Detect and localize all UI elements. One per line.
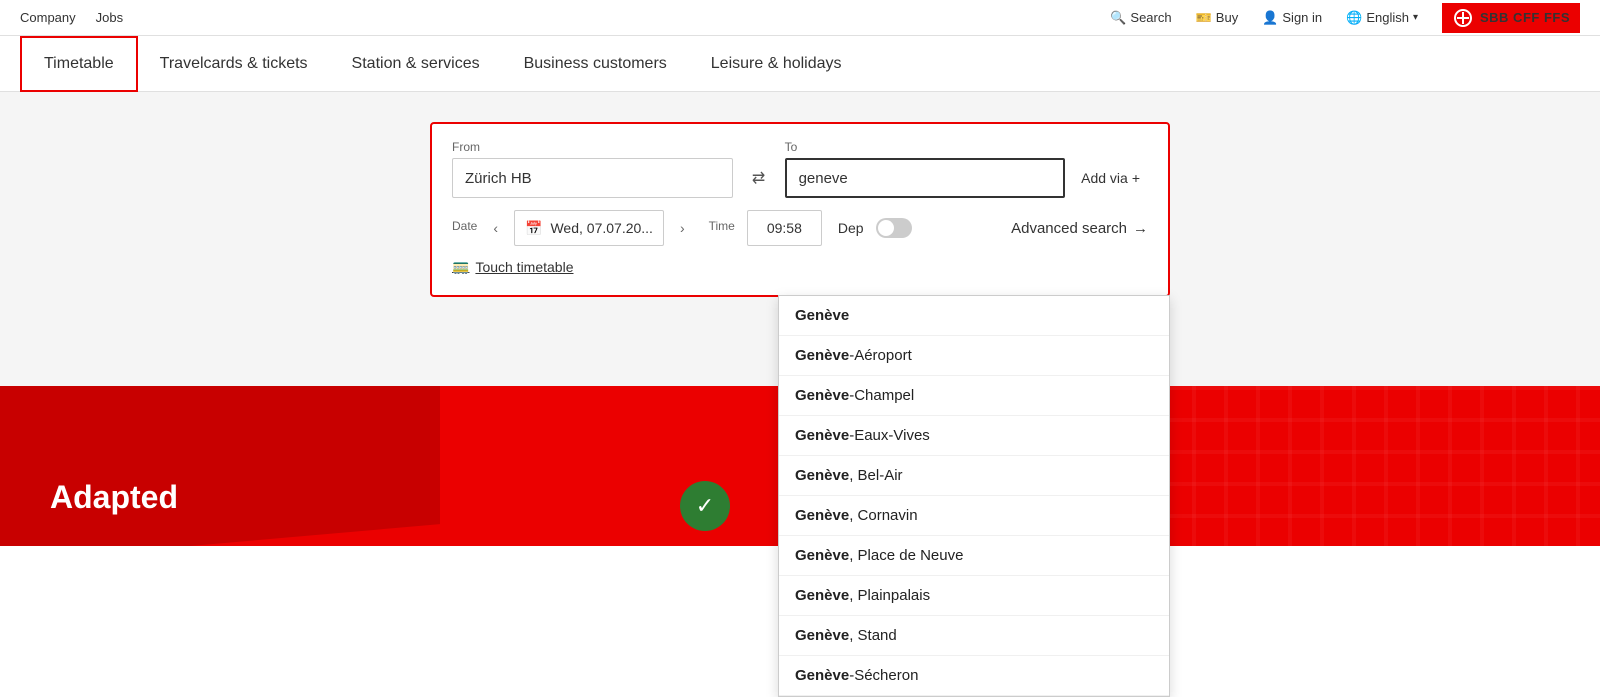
search-row-2: Date ‹ 📅 Wed, 07.07.20... › Time Dep Adv… [452,210,1148,246]
dropdown-item-bold: Genève [795,587,849,604]
dropdown-item-rest: , Bel-Air [849,467,902,484]
date-field[interactable]: 📅 Wed, 07.07.20... [514,210,664,246]
dropdown-item-bold: Genève [795,347,849,364]
globe-icon: 🌐 [1346,10,1362,26]
dep-label: Dep [838,220,864,236]
search-icon: 🔍 [1110,10,1126,26]
add-via-button[interactable]: Add via + [1073,158,1148,198]
dropdown-item-bold: Genève [795,427,849,444]
from-input[interactable] [452,158,733,198]
dropdown-item-bold: Genève [795,307,849,324]
date-label: Date [452,219,477,233]
search-wrapper: From ⇄ To Add via + Date ‹ [430,122,1170,297]
dropdown-item-rest: , Place de Neuve [849,547,963,564]
dropdown-item-rest: -Champel [849,387,914,404]
dropdown-item[interactable]: Genève, Bel-Air [779,456,1169,496]
company-link[interactable]: Company [20,10,76,25]
dropdown-item-bold: Genève [795,667,849,684]
dropdown-item[interactable]: Genève, Plainpalais [779,576,1169,616]
train-icon: 🚃 [452,258,469,275]
arrow-right-icon: → [1133,220,1148,237]
dropdown-item[interactable]: Genève-Aéroport [779,336,1169,376]
green-check-1: ✓ [680,481,730,531]
time-input[interactable] [747,210,822,246]
from-label: From [452,140,733,154]
dropdown-item[interactable]: Genève-Eaux-Vives [779,416,1169,456]
advanced-search-label: Advanced search [1011,220,1127,237]
dropdown: GenèveGenève-AéroportGenève-ChampelGenèv… [778,295,1170,697]
plus-icon: + [1132,170,1140,186]
top-bar-right: 🔍 Search 🎫 Buy 👤 Sign in 🌐 English ▾ SBB… [1110,3,1580,33]
sbb-logo: SBB CFF FFS [1442,3,1580,33]
dropdown-item[interactable]: Genève, Stand [779,616,1169,656]
dropdown-item[interactable]: Genève-Sécheron [779,656,1169,696]
to-input[interactable] [785,158,1066,198]
advanced-search-link[interactable]: Advanced search → [1011,220,1148,237]
to-field-group: To [785,140,1066,198]
dropdown-item-bold: Genève [795,547,849,564]
hero-text: Adapted [50,479,178,516]
nav-item-timetable[interactable]: Timetable [20,36,138,92]
dropdown-item[interactable]: Genève-Champel [779,376,1169,416]
sbb-logo-icon [1452,7,1474,29]
dropdown-item-rest: -Aéroport [849,347,912,364]
dropdown-item-rest: -Sécheron [849,667,918,684]
search-row-1: From ⇄ To Add via + [452,140,1148,198]
nav-item-business[interactable]: Business customers [502,36,689,92]
dropdown-item-rest: , Stand [849,627,897,644]
dropdown-item[interactable]: Genève, Place de Neuve [779,536,1169,576]
signin-icon: 👤 [1262,10,1278,26]
search-link[interactable]: 🔍 Search [1110,10,1171,26]
language-selector[interactable]: 🌐 English ▾ [1346,10,1418,26]
add-via-label: Add via [1081,170,1128,186]
dep-arr-toggle[interactable] [876,218,912,238]
dropdown-item-bold: Genève [795,387,849,404]
top-bar: Company Jobs 🔍 Search 🎫 Buy 👤 Sign in 🌐 … [0,0,1600,36]
jobs-link[interactable]: Jobs [96,10,123,25]
search-container: From ⇄ To Add via + Date ‹ [430,122,1170,297]
nav-bar: Timetable Travelcards & tickets Station … [0,36,1600,92]
buy-icon: 🎫 [1196,10,1212,26]
signin-link[interactable]: 👤 Sign in [1262,10,1322,26]
touch-timetable-link[interactable]: 🚃 Touch timetable [452,258,1148,275]
top-bar-left: Company Jobs [20,10,123,25]
cross-pattern [1100,386,1600,546]
next-date-button[interactable]: › [676,218,689,238]
dropdown-item[interactable]: Genève [779,296,1169,336]
nav-item-leisure[interactable]: Leisure & holidays [689,36,864,92]
dropdown-item-rest: -Eaux-Vives [849,427,930,444]
to-label: To [785,140,1066,154]
dropdown-item-rest: , Plainpalais [849,587,930,604]
dropdown-item-bold: Genève [795,507,849,524]
prev-date-button[interactable]: ‹ [489,218,502,238]
buy-link[interactable]: 🎫 Buy [1196,10,1239,26]
swap-button[interactable]: ⇄ [741,158,777,198]
swap-icon: ⇄ [752,168,765,188]
chevron-down-icon: ▾ [1413,12,1418,23]
dropdown-item[interactable]: Genève, Cornavin [779,496,1169,536]
date-value: Wed, 07.07.20... [550,220,652,236]
time-label: Time [709,219,735,233]
from-field-group: From [452,140,733,198]
main-content: From ⇄ To Add via + Date ‹ [0,92,1600,546]
nav-item-travelcards[interactable]: Travelcards & tickets [138,36,330,92]
nav-item-stations[interactable]: Station & services [330,36,502,92]
dropdown-item-bold: Genève [795,467,849,484]
check-icon-1: ✓ [696,493,714,519]
calendar-icon: 📅 [525,220,542,237]
touch-timetable-label: Touch timetable [475,259,573,275]
dropdown-item-rest: , Cornavin [849,507,917,524]
dropdown-item-bold: Genève [795,627,849,644]
